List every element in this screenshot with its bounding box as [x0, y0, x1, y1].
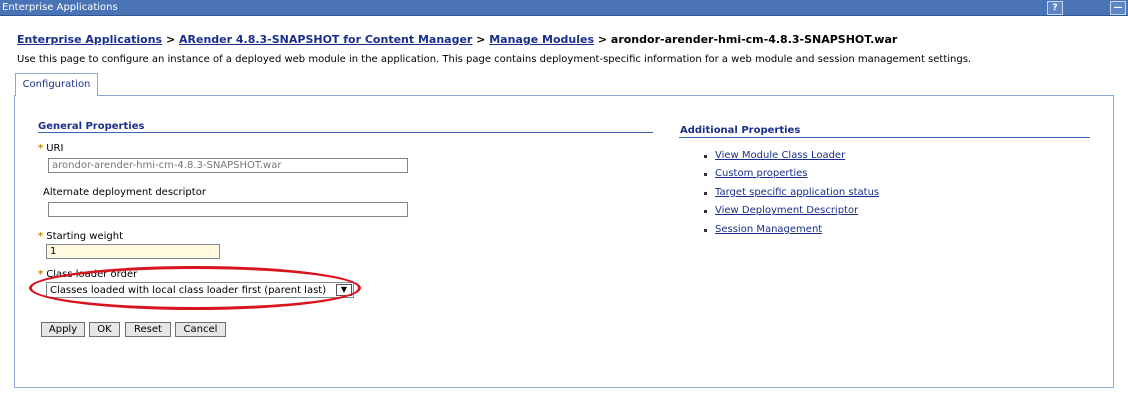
- breadcrumb-enterprise-applications[interactable]: Enterprise Applications: [17, 33, 162, 46]
- page-description: Use this page to configure an instance o…: [17, 54, 972, 65]
- required-marker-icon: *: [38, 231, 44, 242]
- window-title: Enterprise Applications: [2, 2, 118, 13]
- class-loader-order-value: Classes loaded with local class loader f…: [50, 285, 327, 296]
- list-item: View Deployment Descriptor: [704, 205, 879, 223]
- starting-weight-label: * Starting weight: [38, 231, 124, 242]
- cancel-button[interactable]: Cancel: [175, 322, 226, 337]
- additional-properties-divider: [679, 137, 1090, 138]
- link-view-module-class-loader[interactable]: View Module Class Loader: [715, 150, 845, 161]
- alternate-descriptor-field[interactable]: [48, 202, 408, 217]
- general-properties-title: General Properties: [38, 121, 145, 132]
- close-icon[interactable]: —: [1110, 1, 1126, 15]
- apply-button[interactable]: Apply: [41, 322, 85, 337]
- configuration-panel: [14, 95, 1114, 388]
- uri-field[interactable]: [48, 158, 408, 173]
- general-properties-divider: [38, 132, 653, 133]
- reset-button[interactable]: Reset: [125, 322, 171, 337]
- ok-button[interactable]: OK: [89, 322, 120, 337]
- starting-weight-field[interactable]: [46, 244, 220, 259]
- list-item: Target specific application status: [704, 187, 879, 205]
- breadcrumb-current: arondor-arender-hmi-cm-4.8.3-SNAPSHOT.wa…: [610, 33, 898, 46]
- window-titlebar: Enterprise Applications ? —: [0, 0, 1128, 16]
- link-session-management[interactable]: Session Management: [715, 224, 822, 235]
- link-custom-properties[interactable]: Custom properties: [715, 168, 808, 179]
- required-marker-icon: *: [38, 269, 44, 280]
- list-item: Custom properties: [704, 168, 879, 186]
- breadcrumb-arender-application[interactable]: ARender 4.8.3-SNAPSHOT for Content Manag…: [179, 33, 472, 46]
- list-item: View Module Class Loader: [704, 150, 879, 168]
- list-item: Session Management: [704, 224, 879, 242]
- class-loader-order-select[interactable]: Classes loaded with local class loader f…: [46, 282, 354, 298]
- chevron-down-icon[interactable]: ▼: [336, 284, 352, 296]
- alternate-descriptor-label: Alternate deployment descriptor: [43, 187, 206, 198]
- tab-configuration[interactable]: Configuration: [15, 73, 98, 96]
- help-icon[interactable]: ?: [1047, 1, 1063, 15]
- required-marker-icon: *: [38, 143, 44, 154]
- breadcrumb-manage-modules[interactable]: Manage Modules: [489, 33, 594, 46]
- additional-properties-links: View Module Class Loader Custom properti…: [704, 150, 879, 242]
- breadcrumb: Enterprise Applications > ARender 4.8.3-…: [17, 33, 898, 46]
- class-loader-order-label: * Class loader order: [38, 269, 138, 280]
- uri-label: * URI: [38, 143, 64, 154]
- link-target-application-status[interactable]: Target specific application status: [715, 187, 879, 198]
- additional-properties-title: Additional Properties: [680, 125, 801, 136]
- link-view-deployment-descriptor[interactable]: View Deployment Descriptor: [715, 205, 858, 216]
